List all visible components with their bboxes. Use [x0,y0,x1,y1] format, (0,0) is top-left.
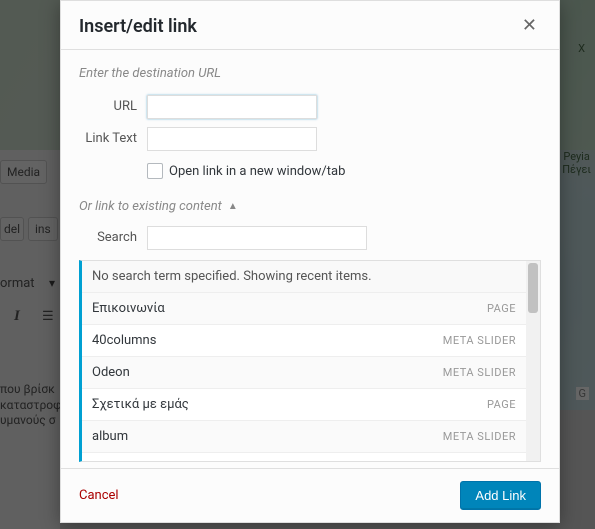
link-text-label: Link Text [79,131,137,147]
modal-body: Enter the destination URL URL Link Text … [61,50,559,468]
results-list: No search term specified. Showing recent… [79,260,526,462]
new-tab-label: Open link in a new window/tab [169,164,345,179]
modal-header: Insert/edit link ✕ [61,1,559,50]
list-item[interactable]: Σχετικά με εμάςPAGE [82,389,526,421]
modal-footer: Cancel Add Link [61,468,559,522]
scrollbar[interactable] [526,260,541,462]
close-icon[interactable]: ✕ [518,15,541,37]
chevron-up-icon: ▲ [228,201,238,212]
url-input[interactable] [147,95,317,119]
modal-title: Insert/edit link [79,16,197,37]
scrollbar-thumb[interactable] [528,263,538,313]
search-input[interactable] [147,226,367,250]
search-label: Search [79,230,137,246]
existing-content-toggle[interactable]: Or link to existing content▲ [79,199,541,214]
new-tab-checkbox[interactable] [147,163,163,179]
cancel-button[interactable]: Cancel [79,488,119,503]
link-text-input[interactable] [147,127,317,151]
add-link-button[interactable]: Add Link [460,481,541,510]
list-item[interactable]: ΕπικοινωνίαPAGE [82,293,526,325]
insert-link-modal: Insert/edit link ✕ Enter the destination… [60,0,560,523]
list-item[interactable]: Το Φρούριο των Σαράντα ΚολώνωνPAGE [82,453,526,462]
list-item[interactable]: albumMETA SLIDER [82,421,526,453]
results-message: No search term specified. Showing recent… [82,261,526,293]
url-hint: Enter the destination URL [79,66,541,81]
list-item[interactable]: 40columnsMETA SLIDER [82,325,526,357]
list-item[interactable]: OdeonMETA SLIDER [82,357,526,389]
url-label: URL [79,99,137,115]
